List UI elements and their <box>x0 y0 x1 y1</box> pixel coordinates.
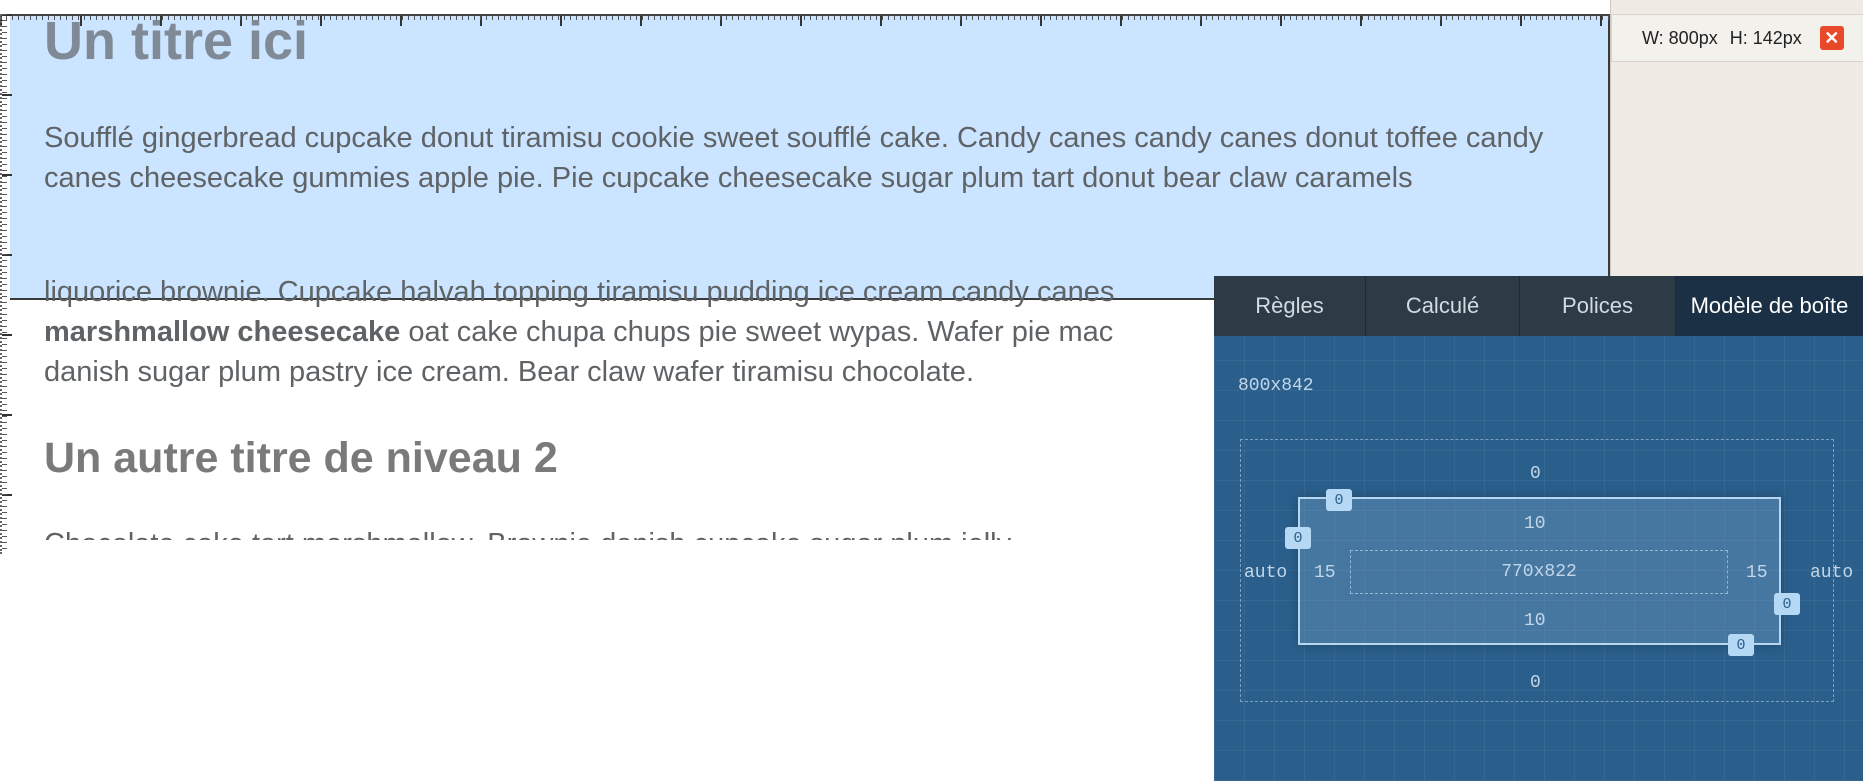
element-info-panel: W: 800px H: 142px ✕ <box>1610 0 1863 300</box>
padding-bottom-value[interactable]: 10 <box>1524 611 1546 631</box>
ruler-vertical <box>0 14 12 554</box>
paragraph-2-bold: marshmallow cheesecake <box>44 316 401 348</box>
element-size-readout: 800x842 <box>1238 376 1314 396</box>
content-box: 770x822 <box>1350 550 1728 594</box>
padding-left-value[interactable]: 15 <box>1314 563 1336 583</box>
paragraph-2-mid: oat cake chupa chups pie sweet wypas. Wa… <box>400 316 1114 348</box>
margin-bottom-value[interactable]: 0 <box>1530 673 1541 693</box>
padding-right-value[interactable]: 15 <box>1746 563 1768 583</box>
tab-box-model[interactable]: Modèle de boîte <box>1676 276 1863 336</box>
border-right-badge[interactable]: 0 <box>1774 593 1800 615</box>
element-dimensions-bar: W: 800px H: 142px ✕ <box>1611 14 1863 62</box>
height-label: H: 142px <box>1729 27 1802 48</box>
paragraph-2-end: danish sugar plum pastry ice cream. Bear… <box>44 356 974 388</box>
width-label: W: 800px <box>1642 27 1718 48</box>
devtools-panel: Règles Calculé Polices Modèle de boîte 8… <box>1214 276 1863 781</box>
margin-left-value[interactable]: auto <box>1244 563 1287 583</box>
content-size[interactable]: 770x822 <box>1501 562 1577 582</box>
border-top-badge[interactable]: 0 <box>1326 489 1352 511</box>
padding-top-value[interactable]: 10 <box>1524 514 1546 534</box>
tab-computed[interactable]: Calculé <box>1366 276 1520 336</box>
border-bottom-badge[interactable]: 0 <box>1728 634 1754 656</box>
devtools-tabs: Règles Calculé Polices Modèle de boîte <box>1214 276 1863 336</box>
page-heading-2: Un autre titre de niveau 2 <box>44 434 558 482</box>
tab-fonts[interactable]: Polices <box>1520 276 1676 336</box>
paragraph-2-start: liquorice brownie. Cupcake halvah toppin… <box>44 276 1115 308</box>
margin-top-value[interactable]: 0 <box>1530 464 1541 484</box>
ruler-horizontal <box>0 14 1610 26</box>
margin-right-value[interactable]: auto <box>1810 563 1853 583</box>
tab-rules[interactable]: Règles <box>1214 276 1366 336</box>
close-icon[interactable]: ✕ <box>1819 26 1844 50</box>
paragraph-1: Soufflé gingerbread cupcake donut tirami… <box>44 122 1544 194</box>
border-left-badge[interactable]: 0 <box>1285 527 1311 549</box>
